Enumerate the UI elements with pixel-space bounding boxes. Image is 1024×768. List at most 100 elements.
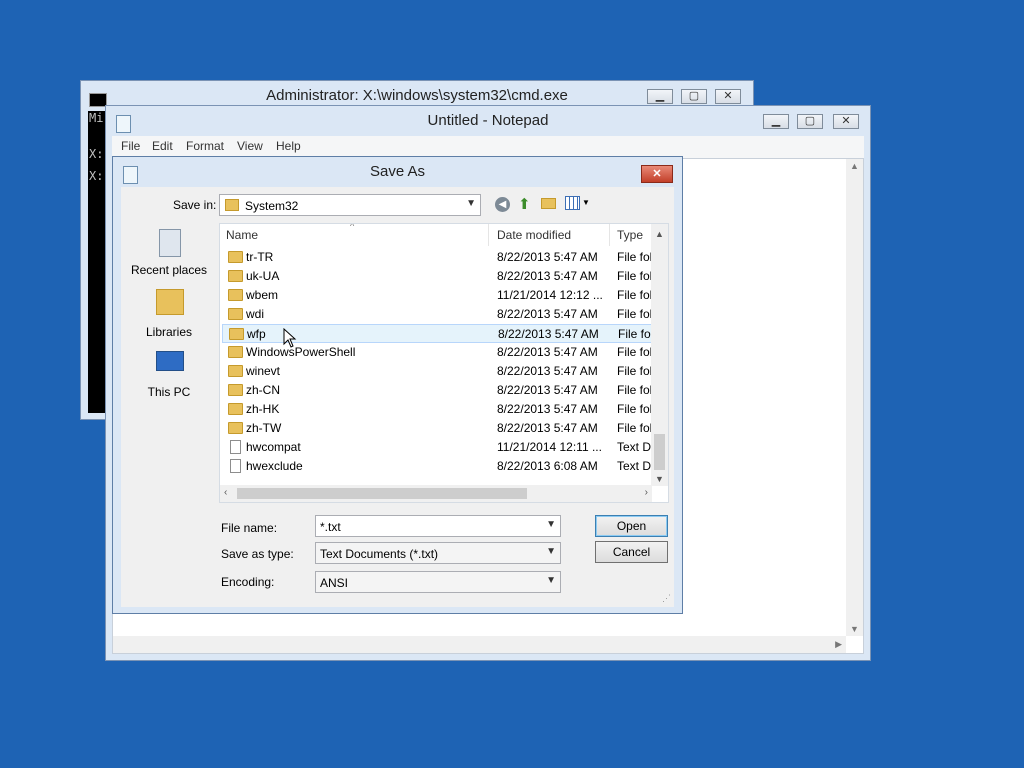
close-icon: ✕ [652,168,662,180]
dialog-close-button[interactable]: ✕ [641,165,673,183]
file-date: 8/22/2013 5:47 AM [498,327,599,341]
file-date: 8/22/2013 5:47 AM [497,383,598,397]
menu-help[interactable]: Help [276,139,301,153]
save-as-titlebar[interactable]: Save As ✕ [113,157,682,187]
scroll-right-icon[interactable]: ▶ [835,639,842,650]
scroll-up-icon[interactable]: ▲ [850,161,859,171]
file-list-vertical-scrollbar[interactable]: ▲ ▼ [651,224,668,486]
notepad-maximize-button[interactable]: ▢ [797,114,823,129]
close-icon: ✕ [841,115,851,127]
file-row[interactable]: zh-CN 8/22/2013 5:47 AM File fol [222,381,652,400]
file-type: File fol [617,402,653,416]
this-pc-icon [156,351,184,371]
file-row[interactable]: tr-TR 8/22/2013 5:47 AM File fol [222,248,652,267]
libraries-icon [156,289,184,315]
file-date: 8/22/2013 5:47 AM [497,250,598,264]
file-date: 8/22/2013 5:47 AM [497,364,598,378]
menu-view[interactable]: View [237,139,263,153]
open-button[interactable]: Open [595,515,668,537]
file-row[interactable]: uk-UA 8/22/2013 5:47 AM File fol [222,267,652,286]
file-row[interactable]: zh-TW 8/22/2013 5:47 AM File fol [222,419,652,438]
sort-up-icon: ^ [350,223,355,231]
menu-format[interactable]: Format [186,139,224,153]
file-type: File fol [617,421,653,435]
file-name: tr-TR [246,250,274,264]
menu-file[interactable]: File [121,139,140,153]
file-date: 8/22/2013 5:47 AM [497,402,598,416]
file-name: uk-UA [246,269,280,283]
file-date: 8/22/2013 5:47 AM [497,345,598,359]
column-separator[interactable] [609,224,610,246]
column-header-date-modified[interactable]: Date modified [497,224,571,246]
file-list[interactable]: ^ Name Date modified Type tr-TR 8/22/2013… [219,223,669,503]
column-header-type[interactable]: Type [617,224,643,246]
save-type-dropdown[interactable]: Text Documents (*.txt) ▼ [315,542,561,564]
file-row[interactable]: winevt 8/22/2013 5:47 AM File fol [222,362,652,381]
folder-icon [228,251,243,263]
file-name-label: File name: [221,521,278,535]
notepad-horizontal-scrollbar[interactable]: ▶ [113,636,846,653]
mouse-cursor-icon [283,328,297,348]
folder-icon [228,403,243,415]
resize-grip-icon[interactable]: ⋰ [662,593,671,604]
file-row[interactable]: hwexclude 8/22/2013 6:08 AM Text Do [222,457,658,476]
file-type: File fol [617,345,653,359]
folder-icon [228,384,243,396]
menu-edit[interactable]: Edit [152,139,173,153]
scroll-right-icon[interactable]: › [645,487,648,498]
file-type: File fol [617,250,653,264]
place-label: Recent places [130,263,208,277]
save-type-label: Save as type: [221,547,294,561]
scrollbar-thumb[interactable] [654,434,665,470]
column-separator[interactable] [488,224,489,246]
chevron-down-icon: ▼ [466,198,476,209]
file-row[interactable]: wdi 8/22/2013 5:47 AM File fol [222,305,652,324]
file-list-horizontal-scrollbar[interactable]: ‹ › [220,485,652,502]
file-name: zh-TW [246,421,282,435]
encoding-dropdown[interactable]: ANSI ▼ [315,571,561,593]
back-arrow-icon[interactable]: ◀ [495,197,510,212]
file-row[interactable]: wbem 11/21/2014 12:12 ... File fol [222,286,652,305]
file-name-input[interactable]: *.txt ▼ [315,515,561,537]
scroll-down-icon[interactable]: ▼ [850,624,859,634]
cancel-button[interactable]: Cancel [595,541,668,563]
notepad-minimize-button[interactable]: ▁ [763,114,789,129]
cmd-minimize-button[interactable]: ▁ [647,89,673,104]
file-date: 11/21/2014 12:12 ... [497,288,603,302]
file-name: hwexclude [246,459,303,473]
console-line: Mi [89,111,104,125]
save-in-dropdown[interactable]: System32 ▼ [219,194,481,216]
file-name: WindowsPowerShell [246,345,356,359]
text-file-icon [230,459,241,473]
save-as-dialog[interactable]: Save As ✕ Save in: System32 ▼ ◀ ⬆ ▼ Rece… [112,156,683,614]
file-row[interactable]: zh-HK 8/22/2013 5:47 AM File fol [222,400,652,419]
notepad-close-button[interactable]: ✕ [833,114,859,129]
view-dropdown-icon[interactable]: ▼ [582,198,590,207]
cmd-close-button[interactable]: ✕ [715,89,741,104]
chevron-down-icon[interactable]: ▼ [546,519,556,530]
save-in-value: System32 [245,199,299,213]
file-date: 8/22/2013 5:47 AM [497,307,598,321]
notepad-titlebar[interactable]: Untitled - Notepad ▁ ▢ ✕ [106,106,870,136]
notepad-vertical-scrollbar[interactable]: ▲ ▼ [846,159,863,636]
folder-icon [228,289,243,301]
scroll-left-icon[interactable]: ‹ [224,487,227,498]
encoding-value: ANSI [320,576,349,590]
text-file-icon [230,440,241,454]
column-header-name[interactable]: Name [226,224,258,246]
scroll-up-icon[interactable]: ▲ [655,229,664,239]
file-name: hwcompat [246,440,301,454]
dialog-body: Save in: System32 ▼ ◀ ⬆ ▼ Recent places … [121,187,674,607]
save-type-value: Text Documents (*.txt) [320,547,439,561]
file-name: wfp [247,327,266,341]
scroll-down-icon[interactable]: ▼ [655,474,664,484]
minimize-icon: ▁ [771,115,781,127]
cmd-maximize-button[interactable]: ▢ [681,89,707,104]
view-menu-icon[interactable] [565,196,580,210]
new-folder-icon[interactable] [541,198,556,209]
maximize-icon: ▢ [804,115,816,127]
scrollbar-thumb[interactable] [237,488,527,499]
file-date: 8/22/2013 5:47 AM [497,269,598,283]
file-row[interactable]: hwcompat 11/21/2014 12:11 ... Text Do [222,438,658,457]
up-folder-icon[interactable]: ⬆ [518,195,531,213]
